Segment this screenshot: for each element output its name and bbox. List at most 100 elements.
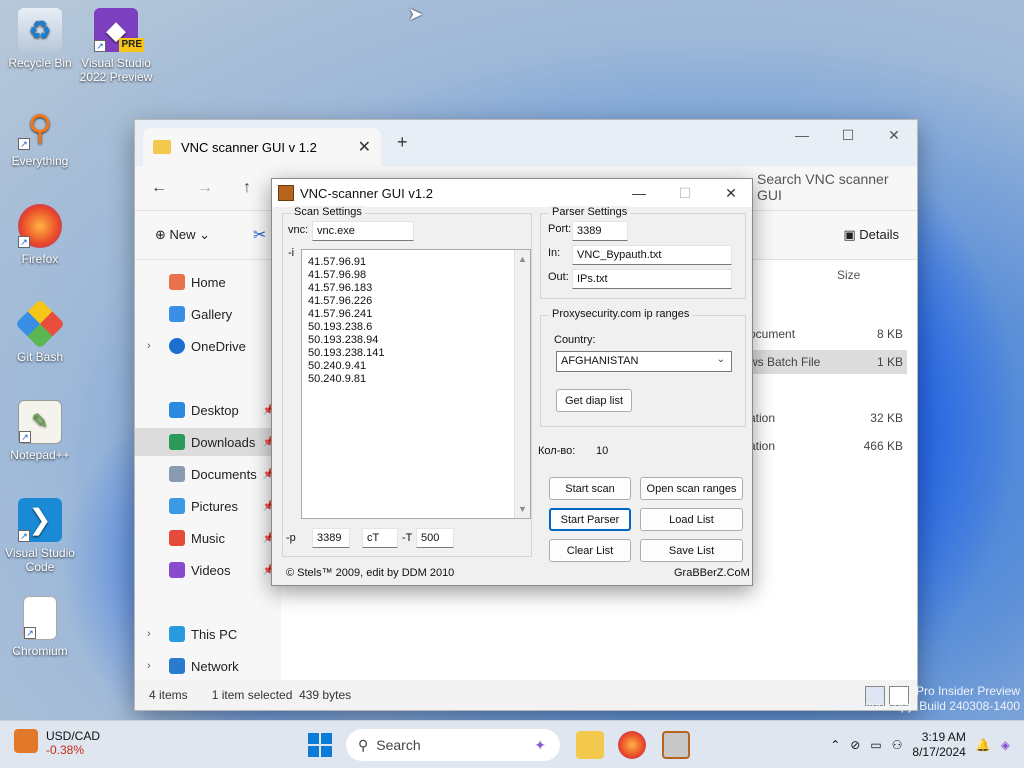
ip-list-item[interactable]: 41.57.96.241 [308, 308, 530, 321]
up-icon[interactable]: ↑ [243, 179, 251, 197]
back-icon[interactable]: ← [151, 179, 167, 197]
explorer-tab[interactable]: VNC scanner GUI v 1.2 ✕ [143, 128, 381, 166]
explorer-tab-bar: VNC scanner GUI v 1.2 ✕ + — ☐ ✕ [135, 120, 917, 166]
parser-in-field[interactable] [572, 245, 732, 265]
ip-list-item[interactable]: 50.193.238.6 [308, 321, 530, 334]
taskbar-search[interactable]: ⚲ Search ✦ [346, 729, 560, 761]
search-icon: ⚲ [358, 736, 369, 753]
clock[interactable]: 3:19 AM 8/17/2024 [912, 730, 965, 760]
minimize-icon[interactable]: — [779, 120, 825, 150]
column-header-size[interactable]: Size [837, 268, 860, 282]
details-button[interactable]: ▣ Details [843, 227, 899, 243]
taskbar-search-label: Search [376, 737, 421, 753]
scroll-down-icon[interactable]: ▼ [518, 504, 527, 514]
parser-port-field[interactable] [572, 221, 628, 241]
start-scan-button[interactable]: Start scan [549, 477, 631, 500]
sidebar-item-music[interactable]: Music 📌 [135, 524, 281, 552]
new-button[interactable]: ⊕ New ⌄ [155, 227, 210, 243]
ip-list-item[interactable]: 50.240.9.41 [308, 360, 530, 373]
ip-list-item[interactable]: 50.193.238.94 [308, 334, 530, 347]
sidebar-item-pictures[interactable]: Pictures 📌 [135, 492, 281, 520]
ct-field[interactable] [362, 528, 398, 548]
notification-bell-icon[interactable]: 🔔 [976, 738, 991, 752]
firefox-taskbar-icon[interactable] [618, 731, 646, 759]
desktop-icon-label: Notepad++ [10, 448, 70, 462]
git-bash-icon [15, 299, 65, 349]
desktop-icon-recycle-bin[interactable]: ♻ Recycle Bin [2, 8, 78, 70]
chevron-right-icon[interactable]: › [147, 660, 151, 672]
get-diap-list-button[interactable]: Get diap list [556, 389, 632, 412]
new-tab-icon[interactable]: + [397, 132, 408, 153]
ticker-change: -0.38% [46, 743, 85, 757]
ip-list-item[interactable]: 41.57.96.226 [308, 295, 530, 308]
mouse-cursor-icon: ➤ [408, 4, 424, 24]
minimize-icon[interactable]: — [616, 179, 662, 207]
desktop-icon-notepadpp[interactable]: ✎ ↗ Notepad++ [2, 400, 78, 462]
chevron-right-icon[interactable]: › [147, 340, 151, 352]
display-icon[interactable]: ▭ [870, 738, 881, 752]
cut-icon[interactable]: ✂ [253, 225, 266, 245]
ip-list-item[interactable]: 41.57.96.183 [308, 282, 530, 295]
save-list-button[interactable]: Save List [640, 539, 743, 562]
vnc-scanner-taskbar-icon[interactable] [662, 731, 690, 759]
sidebar-item-downloads[interactable]: Downloads 📌 [135, 428, 281, 456]
desktop-icon-visual-studio-preview[interactable]: ◆ PRE ↗ Visual Studio 2022 Preview [78, 8, 154, 84]
ip-list-scrollbar[interactable]: ▲ ▼ [514, 250, 530, 518]
accessibility-icon[interactable]: ⚇ [892, 738, 903, 752]
maximize-icon[interactable]: ☐ [825, 120, 871, 150]
threads-field[interactable] [416, 528, 454, 548]
sidebar-item-label: Downloads [191, 434, 256, 450]
sidebar-item-onedrive[interactable]: › OneDrive [135, 332, 281, 360]
forward-icon[interactable]: → [197, 179, 213, 197]
start-parser-button[interactable]: Start Parser [549, 508, 631, 531]
network-off-icon[interactable]: ⊘ [850, 738, 860, 752]
start-button[interactable] [308, 733, 332, 757]
parser-out-field[interactable] [572, 269, 732, 289]
port-field[interactable] [312, 528, 350, 548]
desktop-icon-git-bash[interactable]: Git Bash [2, 299, 78, 364]
chevron-right-icon[interactable]: › [147, 628, 151, 640]
clear-list-button[interactable]: Clear List [549, 539, 631, 562]
open-scan-ranges-button[interactable]: Open scan ranges [640, 477, 743, 500]
sidebar-item-desktop[interactable]: Desktop 📌 [135, 396, 281, 424]
vnc-scanner-dialog: VNC-scanner GUI v1.2 — ☐ ✕ Scan Settings… [271, 178, 753, 586]
status-bytes: 439 bytes [299, 688, 352, 702]
sidebar-item-gallery[interactable]: Gallery [135, 300, 281, 328]
sidebar-item-home[interactable]: Home [135, 268, 281, 296]
file-explorer-taskbar-icon[interactable] [576, 731, 604, 759]
load-list-button[interactable]: Load List [640, 508, 743, 531]
close-tab-icon[interactable]: ✕ [358, 137, 371, 157]
sidebar-item-this-pc[interactable]: › This PC [135, 620, 281, 648]
gallery-icon [169, 306, 185, 322]
desktop-icon-chromium[interactable]: ↗ Chromium [2, 596, 78, 658]
country-select[interactable]: AFGHANISTAN ⌄ [556, 351, 732, 372]
file-icon: ↗ [23, 596, 57, 640]
ip-list-item[interactable]: 41.57.96.98 [308, 269, 530, 282]
sidebar-item-videos[interactable]: Videos 📌 [135, 556, 281, 584]
shortcut-arrow-icon: ↗ [18, 530, 30, 542]
pictures-icon [169, 498, 185, 514]
sidebar-item-network[interactable]: › Network [135, 652, 281, 680]
ip-list-item[interactable]: 50.240.9.81 [308, 373, 530, 386]
sidebar-item-documents[interactable]: Documents 📌 [135, 460, 281, 488]
close-window-icon[interactable]: ✕ [871, 120, 917, 150]
close-icon[interactable]: ✕ [708, 179, 754, 207]
ticker-widget[interactable]: USD/CAD -0.38% [14, 729, 100, 757]
ip-list-item[interactable]: 50.193.238.141 [308, 347, 530, 360]
scroll-up-icon[interactable]: ▲ [518, 254, 527, 264]
desktop-icon-everything[interactable]: ⚲ ↗ Everything [2, 106, 78, 168]
explorer-search-box[interactable]: Search VNC scanner GUI [757, 171, 917, 203]
sidebar-item-label: Documents [191, 466, 257, 482]
shortcut-arrow-icon: ↗ [24, 627, 36, 639]
ip-list-box[interactable]: 41.57.96.91 41.57.96.98 41.57.96.183 41.57.… [301, 249, 531, 519]
ip-list-item[interactable]: 41.57.96.91 [308, 256, 530, 269]
vscode-icon: ❯ ↗ [18, 498, 62, 542]
copilot-icon[interactable]: ◈ [1001, 738, 1010, 752]
chevron-up-icon[interactable]: ⌃ [830, 738, 840, 752]
desktop-icon-vscode[interactable]: ❯ ↗ Visual Studio Code [2, 498, 78, 574]
copilot-sparkle-icon: ✦ [534, 736, 546, 753]
desktop-icon-firefox[interactable]: ↗ Firefox [2, 204, 78, 266]
parser-in-label: In: [548, 247, 561, 259]
everything-search-icon: ⚲ ↗ [18, 106, 62, 150]
vnc-exe-field[interactable] [312, 221, 414, 241]
